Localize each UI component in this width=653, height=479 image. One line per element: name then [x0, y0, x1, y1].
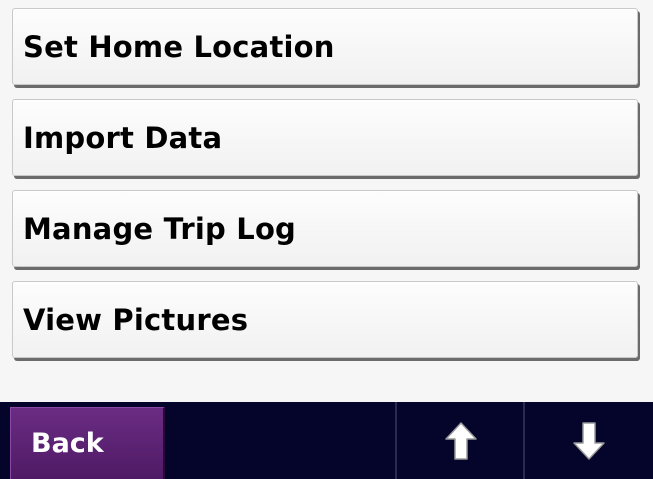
set-home-location-label: Set Home Location	[23, 29, 335, 64]
import-data-label: Import Data	[23, 120, 223, 155]
back-button[interactable]: Back	[10, 407, 165, 479]
set-home-location-button[interactable]: Set Home Location	[12, 8, 638, 85]
arrow-down-icon	[573, 421, 605, 460]
scroll-down-button[interactable]	[525, 402, 653, 479]
view-pictures-label: View Pictures	[23, 302, 249, 337]
bottom-toolbar: Back	[0, 402, 653, 479]
manage-trip-log-label: Manage Trip Log	[23, 211, 297, 246]
manage-trip-log-button[interactable]: Manage Trip Log	[12, 190, 638, 267]
back-button-label: Back	[31, 428, 104, 459]
view-pictures-button[interactable]: View Pictures	[12, 281, 638, 358]
scroll-up-button[interactable]	[397, 402, 525, 479]
arrow-up-icon	[445, 421, 477, 460]
import-data-button[interactable]: Import Data	[12, 99, 638, 176]
